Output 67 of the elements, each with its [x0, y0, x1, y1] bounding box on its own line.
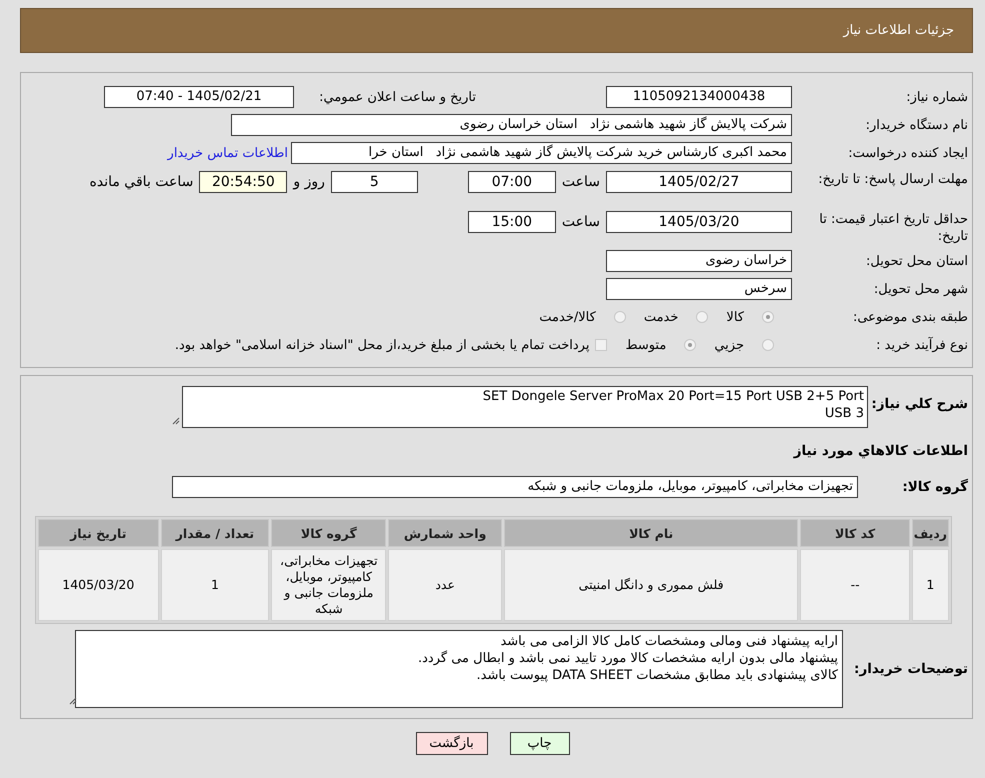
- note-line: ارایه پیشنهاد فنی ومالی ومشخصات کامل کالا الزامی می باشد: [499, 633, 838, 650]
- field-label: شرح کلي نياز:: [870, 395, 968, 412]
- field-label: حداقل تاریخ اعتبار قیمت: تا تاریخ:: [818, 211, 968, 245]
- resize-grip-icon[interactable]: [69, 697, 77, 705]
- radio-button[interactable]: [684, 339, 696, 351]
- days-field: 5: [330, 171, 418, 193]
- buyer-org-field: شرکت پالایش گاز شهید هاشمی نژاد استان خراسان رضوی: [231, 114, 792, 136]
- column-header: گروه کالا: [271, 519, 386, 547]
- checkbox-label: پرداخت تمام یا بخشی از مبلغ خرید،از محل "اسناد خزانه اسلامی" خواهد بود.: [174, 338, 590, 352]
- radio-button[interactable]: [762, 339, 774, 351]
- field-label: توضیحات خریدار:: [853, 661, 968, 677]
- time-field: 07:00: [468, 171, 556, 193]
- action-button[interactable]: بازگشت: [416, 732, 488, 755]
- goods-group-field: تجهیزات مخابراتی، کامپیوتر، موبایل، ملزومات جانبی و شبکه: [172, 476, 858, 498]
- field-label: ساعت: [562, 213, 600, 232]
- column-header: تاریخ نیاز: [38, 519, 159, 547]
- field-label: مهلت ارسال پاسخ: تا تاریخ:: [817, 171, 968, 188]
- remaining-time-field: 20:54:50: [199, 171, 288, 193]
- column-header: واحد شمارش: [388, 519, 502, 547]
- column-header: نام کالا: [504, 519, 798, 547]
- radio-label: کالا: [726, 310, 744, 324]
- radio-label: کالا/خدمت: [539, 310, 596, 324]
- page-title: جزئیات اطلاعات نیاز: [843, 23, 954, 38]
- city-field: سرخس: [606, 278, 792, 300]
- note-line: پیشنهاد مالی بدون ارایه مشخصات کالا مورد تایید نمی باشد و ابطال می گردد.: [417, 650, 838, 667]
- column-header: کد کالا: [800, 519, 910, 547]
- checkbox[interactable]: [595, 339, 608, 351]
- resize-grip-icon[interactable]: [172, 417, 180, 425]
- table-cell: فلش مموری و دانگل امنیتی: [504, 549, 798, 621]
- need-number-field: 1105092134000438: [606, 86, 792, 108]
- field-label: نام دستگاه خریدار:: [864, 116, 968, 134]
- radio-label: خدمت: [644, 310, 678, 324]
- date-field: 1405/03/20: [606, 211, 792, 233]
- radio-label: جزيي: [714, 338, 744, 352]
- table-cell: 1: [912, 549, 949, 621]
- field-label: استان محل تحویل:: [865, 252, 968, 270]
- action-button[interactable]: چاپ: [510, 732, 570, 755]
- column-header: ردیف: [912, 519, 949, 547]
- table-cell: --: [800, 549, 910, 621]
- field-label: تاریخ و ساعت اعلان عمومي:: [318, 90, 476, 104]
- time-field: 15:00: [468, 211, 556, 233]
- column-header: تعداد / مقدار: [160, 519, 270, 547]
- table-cell: 1: [160, 549, 270, 621]
- radio-button[interactable]: [614, 311, 626, 323]
- creator-field: محمد اکبری کارشناس خرید شرکت پالایش گاز شهید هاشمی نژاد استان خرا: [291, 142, 792, 164]
- description-field: SET Dongele Server ProMax 20 Port=15 Port USB 2+5 Port USB 3: [182, 386, 868, 428]
- province-field: خراسان رضوی: [606, 250, 792, 272]
- radio-label: متوسط: [625, 338, 666, 352]
- announce-date-field: 1405/02/21 - 07:40: [104, 86, 294, 108]
- table-cell: تجهیزات مخابراتی، کامپیوتر، موبایل، ملزومات جانبی و شبکه: [271, 549, 386, 621]
- note-line: کالای پیشنهادی باید مطابق مشخصات DATA SHEET پیوست باشد.: [475, 667, 838, 684]
- field-label: ساعت باقي مانده: [90, 173, 194, 192]
- buyer-contact-link[interactable]: اطلاعات تماس خریدار: [168, 146, 288, 160]
- field-label: طبقه بندی موضوعی:: [852, 308, 968, 326]
- radio-button[interactable]: [696, 311, 708, 323]
- field-label: نوع فرآیند خرید :: [875, 336, 968, 354]
- field-label: ساعت: [562, 173, 600, 192]
- field-label: گروه کالا:: [901, 479, 968, 495]
- radio-button[interactable]: [762, 311, 774, 323]
- date-field: 1405/02/27: [606, 171, 792, 193]
- field-label: روز و: [293, 173, 325, 192]
- table-cell: 1405/03/20: [38, 549, 159, 621]
- field-label: شهر محل تحویل:: [872, 280, 968, 298]
- field-label: شماره نیاز:: [905, 88, 968, 106]
- section-heading: اطلاعات کالاهاي مورد نياز: [792, 442, 968, 461]
- table-cell: عدد: [388, 549, 502, 621]
- field-label: ایجاد کننده درخواست:: [847, 144, 968, 162]
